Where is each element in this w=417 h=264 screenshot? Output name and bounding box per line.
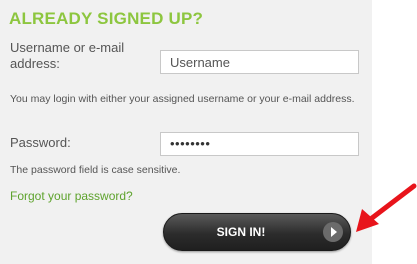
sign-in-button[interactable]: SIGN IN! bbox=[163, 213, 351, 251]
username-hint: You may login with either your assigned … bbox=[10, 93, 355, 105]
play-triangle-icon bbox=[323, 222, 343, 242]
forgot-password-link[interactable]: Forgot your password? bbox=[10, 189, 133, 203]
section-heading: ALREADY SIGNED UP? bbox=[9, 9, 204, 28]
password-hint: The password field is case sensitive. bbox=[10, 164, 181, 176]
password-mask: •••••••• bbox=[170, 136, 211, 151]
sign-in-label: SIGN IN! bbox=[216, 225, 266, 239]
password-label: Password: bbox=[10, 135, 71, 150]
login-panel: ALREADY SIGNED UP? Username or e-mail ad… bbox=[0, 0, 372, 264]
username-input[interactable] bbox=[160, 50, 359, 74]
username-label: Username or e-mail address: bbox=[10, 40, 125, 71]
password-field[interactable]: •••••••• bbox=[160, 132, 359, 156]
red-arrow-icon bbox=[350, 182, 417, 247]
